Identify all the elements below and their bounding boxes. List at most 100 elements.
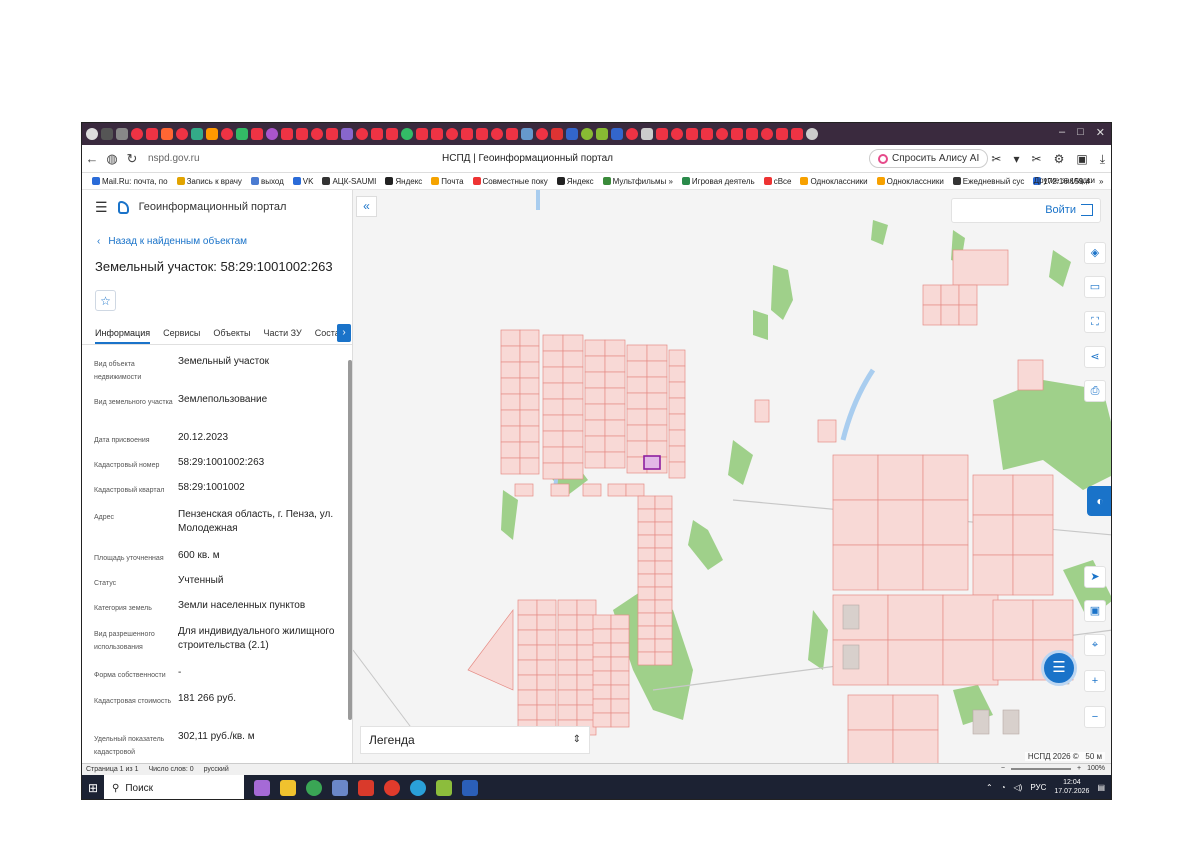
browser-tab-favicon[interactable] xyxy=(716,128,728,140)
zoom-minus-icon[interactable]: − xyxy=(1001,765,1005,772)
browser-tab-favicon[interactable] xyxy=(356,128,368,140)
word-icon[interactable] xyxy=(462,780,478,796)
browser-tab-favicon[interactable] xyxy=(641,128,653,140)
chat-button[interactable]: ☰ xyxy=(1041,650,1077,686)
browser-tab-favicon[interactable] xyxy=(146,128,158,140)
browser-tab-favicon[interactable] xyxy=(341,128,353,140)
bookmark-item[interactable]: Мультфильмы » xyxy=(602,177,673,186)
zoom-plus-icon[interactable]: + xyxy=(1077,765,1081,772)
geolocation-button[interactable]: ⌖ xyxy=(1084,634,1106,656)
bookmark-item[interactable]: Одноклассники xyxy=(876,177,944,186)
collapse-panel-button[interactable]: « xyxy=(356,196,377,217)
map-layer[interactable] xyxy=(353,190,1112,763)
browser-tab-favicon[interactable] xyxy=(131,128,143,140)
browser-tab-favicon[interactable] xyxy=(551,128,563,140)
url-field[interactable]: nspd.gov.ru xyxy=(148,153,200,164)
locate-button[interactable]: ➤ xyxy=(1084,566,1106,588)
browser-tab-favicon[interactable] xyxy=(116,128,128,140)
app-icon[interactable] xyxy=(436,780,452,796)
browser-tab-favicon[interactable] xyxy=(236,128,248,140)
basemap-button[interactable]: ▣ xyxy=(1084,600,1106,622)
bookmark-item[interactable]: АЦК-SAUMI xyxy=(322,177,376,186)
select-area-button[interactable]: ⛶ xyxy=(1084,311,1106,333)
browser-tab-favicon[interactable] xyxy=(296,128,308,140)
browser-tab-favicon[interactable] xyxy=(656,128,668,140)
browser-tab-favicon[interactable] xyxy=(176,128,188,140)
browser-tab-favicon[interactable] xyxy=(86,128,98,140)
browser-tab-favicon[interactable] xyxy=(401,128,413,140)
tabs-next-button[interactable]: › xyxy=(337,324,351,342)
browser-tab-favicon[interactable] xyxy=(101,128,113,140)
bookmark-item[interactable]: VK xyxy=(292,177,313,186)
browser-tab-favicon[interactable] xyxy=(596,128,608,140)
browser-tab-favicon[interactable] xyxy=(521,128,533,140)
tab-information[interactable]: Информация xyxy=(95,321,151,344)
print-button[interactable]: ⎙ xyxy=(1084,380,1106,402)
browser-tab-favicon[interactable] xyxy=(671,128,683,140)
browser-tab-favicon[interactable] xyxy=(371,128,383,140)
screenshot-icon[interactable]: ▣ xyxy=(1076,152,1087,167)
browser-tab-favicon[interactable] xyxy=(326,128,338,140)
panel-scrollbar[interactable] xyxy=(348,360,352,720)
clock[interactable]: 12:04 17.07.2026 xyxy=(1054,778,1089,796)
browser-tab-favicon[interactable] xyxy=(221,128,233,140)
bookmark-item[interactable]: Игровая деятель xyxy=(681,177,755,186)
network-icon[interactable]: ◔ xyxy=(1001,783,1006,792)
zoom-in-button[interactable]: + xyxy=(1084,670,1106,692)
other-bookmarks-button[interactable]: Другие закладки xyxy=(1034,176,1095,185)
browser-tab-favicon[interactable] xyxy=(536,128,548,140)
reload-icon[interactable]: ↻ xyxy=(122,151,142,167)
browser-tab-favicon[interactable] xyxy=(476,128,488,140)
bookmark-item[interactable]: Яндекс xyxy=(556,177,594,186)
chrome-icon[interactable] xyxy=(306,780,322,796)
bookmark-item[interactable]: Ежедневный сус xyxy=(952,177,1024,186)
browser-tab-favicon[interactable] xyxy=(806,128,818,140)
browser-tab-favicon[interactable] xyxy=(581,128,593,140)
browser-tab-favicon[interactable] xyxy=(491,128,503,140)
bookmark-item[interactable]: Яндекс xyxy=(385,177,422,186)
yandex-browser-icon[interactable] xyxy=(384,780,400,796)
maximize-button[interactable]: □ xyxy=(1077,126,1084,139)
tab-parts[interactable]: Части ЗУ xyxy=(264,321,302,344)
minimize-button[interactable]: – xyxy=(1059,126,1065,139)
browser-tab-favicon[interactable] xyxy=(251,128,263,140)
browser-tab-favicon[interactable] xyxy=(461,128,473,140)
bookmark-item[interactable]: Запись к врачу xyxy=(176,177,242,186)
browser-tab-favicon[interactable] xyxy=(506,128,518,140)
input-language[interactable]: РУС xyxy=(1030,783,1046,792)
browser-tab-favicon[interactable] xyxy=(266,128,278,140)
download-icon[interactable]: ⤓ xyxy=(1100,152,1105,167)
puzzle-icon[interactable]: ⚙ xyxy=(1054,152,1065,167)
tab-objects[interactable]: Объекты xyxy=(213,321,250,344)
browser-tab-favicon[interactable] xyxy=(206,128,218,140)
bookmark-item[interactable]: Почта xyxy=(431,177,464,186)
zoom-out-button[interactable]: − xyxy=(1084,706,1106,728)
bookmark-item[interactable]: Mail.Ru: почта, по xyxy=(92,177,168,186)
zoom-slider[interactable] xyxy=(1011,767,1071,770)
browser-tab-favicon[interactable] xyxy=(701,128,713,140)
browser-tab-favicon[interactable] xyxy=(761,128,773,140)
tray-icon[interactable]: ⌃ xyxy=(986,783,993,792)
browser-tab-favicon[interactable] xyxy=(611,128,623,140)
browser-tab-favicon[interactable] xyxy=(446,128,458,140)
bookmark-item[interactable]: Одноклассники xyxy=(800,177,868,186)
browser-tab-favicon[interactable] xyxy=(161,128,173,140)
browser-tab-favicon[interactable] xyxy=(626,128,638,140)
alice-button[interactable]: Спросить Алису AI xyxy=(869,149,989,168)
browser-tab-favicon[interactable] xyxy=(566,128,578,140)
browser-tab-favicon[interactable] xyxy=(386,128,398,140)
extension-icon[interactable]: ▾ xyxy=(1013,152,1019,167)
legend-panel[interactable]: Легенда ⇕ xyxy=(360,726,590,754)
login-button[interactable]: Войти xyxy=(951,198,1101,223)
browser-tab-favicon[interactable] xyxy=(431,128,443,140)
back-arrow-icon[interactable]: ← xyxy=(82,151,102,166)
close-button[interactable]: ✕ xyxy=(1096,126,1105,139)
back-to-results-link[interactable]: ‹ Назад к найденным объектам xyxy=(97,236,352,247)
browser-tab-favicon[interactable] xyxy=(731,128,743,140)
yandex-icon[interactable] xyxy=(358,780,374,796)
bookmark-item[interactable]: выход xyxy=(250,177,284,186)
ruler-button[interactable]: ▭ xyxy=(1084,276,1106,298)
menu-icon[interactable]: ☰ xyxy=(95,199,108,216)
layers-button[interactable]: ◈ xyxy=(1084,242,1106,264)
browser-tab-favicon[interactable] xyxy=(746,128,758,140)
